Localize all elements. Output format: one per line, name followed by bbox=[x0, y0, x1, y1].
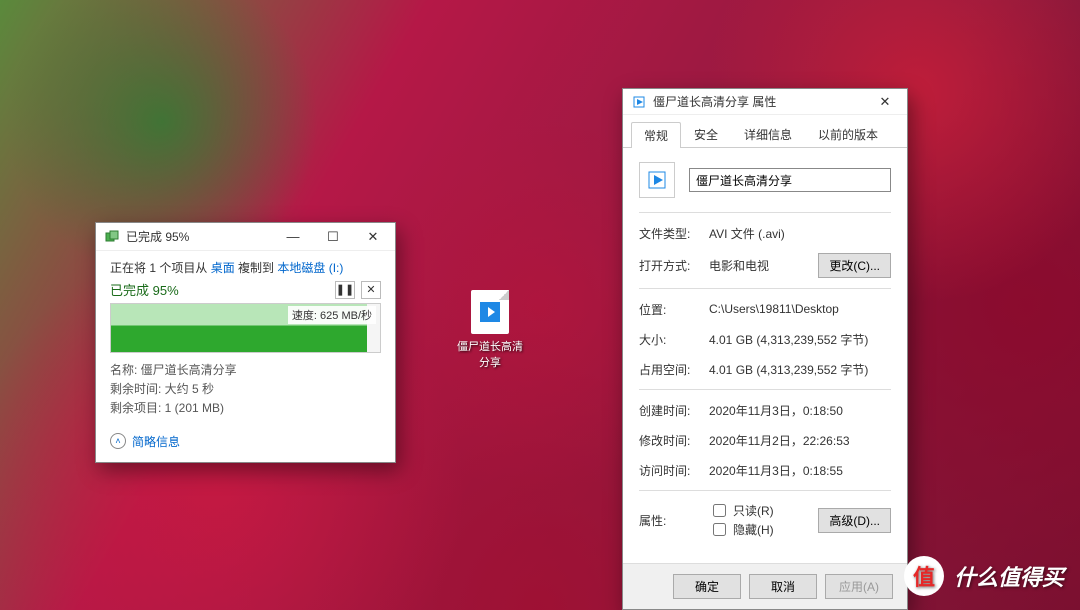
created-value: 2020年11月3日，0:18:50 bbox=[709, 402, 891, 419]
props-window-title: 僵尸道长高清分享 属性 bbox=[653, 93, 865, 110]
speed-label: 速度: 625 MB/秒 bbox=[288, 306, 376, 324]
progress-percent-text: 已完成 95% bbox=[110, 280, 179, 299]
cancel-button[interactable]: 取消 bbox=[749, 574, 817, 599]
maximize-button[interactable]: ☐ bbox=[313, 224, 353, 250]
desktop-file-icon[interactable]: 僵尸道长高清分享 bbox=[455, 290, 525, 370]
watermark: 值 什么值得买 bbox=[904, 556, 1064, 596]
readonly-checkbox[interactable]: 只读(R) bbox=[709, 501, 774, 520]
tab-general[interactable]: 常规 bbox=[631, 122, 681, 148]
tab-security[interactable]: 安全 bbox=[681, 121, 731, 147]
brief-info-toggle[interactable]: ˄ 简略信息 bbox=[110, 433, 381, 450]
close-button[interactable]: ✕ bbox=[353, 224, 393, 250]
accessed-value: 2020年11月3日，0:18:55 bbox=[709, 462, 891, 479]
location-value: C:\Users\19811\Desktop bbox=[709, 302, 891, 316]
file-type-icon bbox=[639, 162, 675, 198]
source-link[interactable]: 桌面 bbox=[211, 261, 235, 275]
copy-window-icon bbox=[104, 229, 120, 245]
hidden-checkbox[interactable]: 隐藏(H) bbox=[709, 520, 774, 539]
chevron-up-icon: ˄ bbox=[110, 433, 126, 449]
progress-graph: 速度: 625 MB/秒 bbox=[110, 303, 381, 353]
file-type-value: AVI 文件 (.avi) bbox=[709, 225, 891, 242]
tab-details[interactable]: 详细信息 bbox=[731, 121, 805, 147]
props-window-icon bbox=[631, 94, 647, 110]
desktop-file-label: 僵尸道长高清分享 bbox=[455, 338, 525, 370]
modified-value: 2020年11月2日，22:26:53 bbox=[709, 432, 891, 449]
copy-status-line: 正在将 1 个项目从 桌面 複制到 本地磁盘 (I:) bbox=[110, 259, 381, 276]
cancel-copy-button[interactable]: ✕ bbox=[361, 281, 381, 299]
copy-titlebar[interactable]: 已完成 95% — ☐ ✕ bbox=[96, 223, 395, 251]
pause-button[interactable]: ❚❚ bbox=[335, 281, 355, 299]
copy-window-title: 已完成 95% bbox=[126, 228, 273, 245]
properties-window: 僵尸道长高清分享 属性 ✕ 常规 安全 详细信息 以前的版本 文件类型: AVI… bbox=[622, 88, 908, 610]
size-on-disk-value: 4.01 GB (4,313,239,552 字节) bbox=[709, 361, 891, 378]
copy-details: 名称: 僵尸道长高清分享 剩余时间: 大约 5 秒 剩余项目: 1 (201 M… bbox=[110, 361, 381, 419]
minimize-button[interactable]: — bbox=[273, 224, 313, 250]
watermark-badge-icon: 值 bbox=[904, 556, 944, 596]
props-titlebar[interactable]: 僵尸道长高清分享 属性 ✕ bbox=[623, 89, 907, 115]
ok-button[interactable]: 确定 bbox=[673, 574, 741, 599]
filename-input[interactable] bbox=[689, 168, 891, 192]
change-open-with-button[interactable]: 更改(C)... bbox=[818, 253, 891, 278]
open-with-value: 电影和电视 bbox=[709, 257, 818, 274]
props-tabs: 常规 安全 详细信息 以前的版本 bbox=[623, 115, 907, 148]
props-close-button[interactable]: ✕ bbox=[865, 89, 905, 115]
tab-previous-versions[interactable]: 以前的版本 bbox=[805, 121, 891, 147]
size-value: 4.01 GB (4,313,239,552 字节) bbox=[709, 331, 891, 348]
advanced-button[interactable]: 高级(D)... bbox=[818, 508, 891, 533]
dest-link[interactable]: 本地磁盘 (I:) bbox=[277, 261, 343, 275]
watermark-text: 什么值得买 bbox=[954, 560, 1064, 592]
copy-progress-window: 已完成 95% — ☐ ✕ 正在将 1 个项目从 桌面 複制到 本地磁盘 (I:… bbox=[95, 222, 396, 463]
video-file-icon bbox=[471, 290, 509, 334]
apply-button[interactable]: 应用(A) bbox=[825, 574, 893, 599]
